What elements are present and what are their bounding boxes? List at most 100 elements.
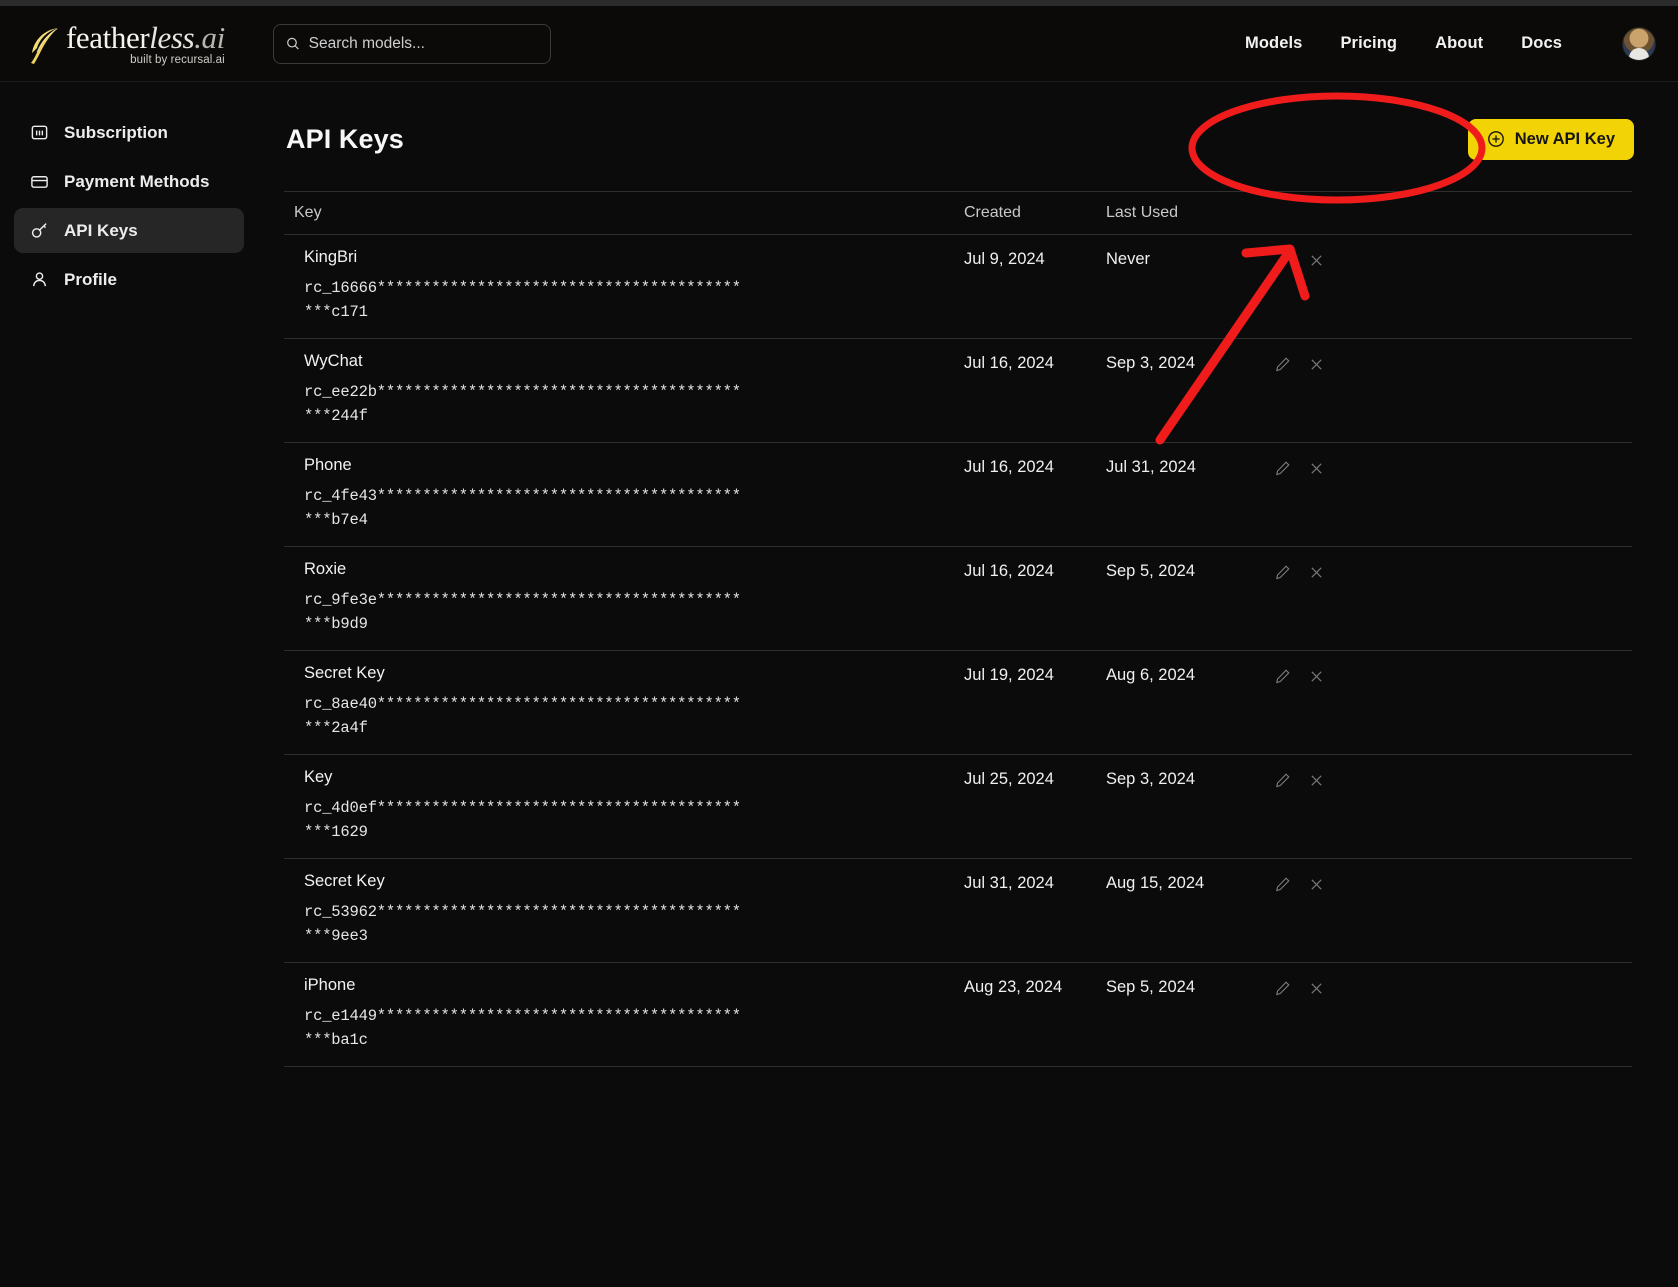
column-header-created: Created: [964, 204, 1021, 221]
cell-last-used: Sep 5, 2024: [1106, 562, 1195, 581]
cell-actions: [1256, 768, 1366, 790]
logo-italic: less: [149, 19, 195, 55]
cell-last-used: Aug 6, 2024: [1106, 666, 1195, 685]
close-icon[interactable]: [1306, 666, 1326, 686]
nav-link-models[interactable]: Models: [1245, 34, 1302, 53]
sidebar-item-subscription[interactable]: Subscription: [14, 110, 244, 155]
key-name: Secret Key: [304, 872, 385, 891]
cell-actions: [1256, 248, 1366, 270]
cell-key: iPhone rc_e1449**************************…: [284, 976, 964, 1052]
logo-bold: feather: [66, 19, 150, 55]
cell-last-used: Never: [1106, 250, 1151, 268]
logo-wordmark: featherless.ai: [66, 22, 225, 53]
close-icon[interactable]: [1306, 874, 1326, 894]
api-keys-table: Key Created Last Used KingBri rc_16666***…: [280, 191, 1636, 1068]
search-box[interactable]: [273, 23, 551, 64]
table-row: KingBri rc_16666*************************…: [284, 235, 1632, 340]
sidebar-item-api-keys[interactable]: API Keys: [14, 208, 244, 253]
cell-last-used: Sep 3, 2024: [1106, 354, 1195, 373]
new-api-key-label: New API Key: [1514, 129, 1615, 148]
sidebar-item-label: API Keys: [64, 220, 138, 240]
page-header: API Keys New API Key: [280, 108, 1636, 170]
table-row: Secret Key rc_8ae40**********************…: [284, 651, 1632, 756]
close-icon[interactable]: [1306, 770, 1326, 790]
key-name: Secret Key: [304, 664, 385, 683]
close-icon[interactable]: [1306, 354, 1326, 374]
key-secret: rc_4fe43********************************…: [304, 487, 741, 530]
table-row: WyChat rc_ee22b**************************…: [284, 339, 1632, 444]
cell-actions: [1256, 664, 1366, 686]
key-name: WyChat: [304, 352, 363, 371]
pencil-icon[interactable]: [1272, 562, 1292, 582]
cell-key: Secret Key rc_8ae40**********************…: [284, 664, 964, 740]
cell-created: Jul 16, 2024: [964, 562, 1054, 581]
sidebar-item-label: Profile: [64, 269, 117, 289]
key-secret: rc_4d0ef********************************…: [304, 799, 741, 842]
pencil-icon[interactable]: [1272, 978, 1292, 998]
person-icon: [29, 269, 50, 290]
cell-created: Jul 9, 2024: [964, 250, 1045, 268]
cell-actions: [1256, 872, 1366, 894]
nav-link-docs[interactable]: Docs: [1521, 34, 1562, 53]
app-root: featherless.ai built by recursal.ai Mode…: [0, 0, 1678, 1287]
pencil-icon[interactable]: [1272, 770, 1292, 790]
main-content: API Keys New API Key Key Created Last Us…: [258, 82, 1678, 1287]
close-icon[interactable]: [1306, 458, 1326, 478]
cell-key: Secret Key rc_53962**********************…: [284, 872, 964, 948]
key-name: Phone: [304, 456, 352, 475]
main-nav: Models Pricing About Docs: [1245, 26, 1656, 61]
key-name: KingBri: [304, 248, 358, 266]
cell-created: Jul 19, 2024: [964, 666, 1054, 685]
pencil-icon[interactable]: [1272, 874, 1292, 894]
cell-actions: [1256, 976, 1366, 998]
cell-key: KingBri rc_16666*************************…: [284, 248, 964, 324]
table-row: Roxie rc_9fe3e***************************…: [284, 547, 1632, 652]
key-secret: rc_53962********************************…: [304, 903, 741, 946]
site-header: featherless.ai built by recursal.ai Mode…: [0, 6, 1678, 82]
sidebar-item-profile[interactable]: Profile: [14, 257, 244, 302]
nav-link-pricing[interactable]: Pricing: [1340, 34, 1397, 53]
cell-key: WyChat rc_ee22b**************************…: [284, 352, 964, 428]
search-input[interactable]: [308, 34, 538, 53]
close-icon[interactable]: [1306, 562, 1326, 582]
cell-created: Jul 31, 2024: [964, 874, 1054, 893]
pencil-icon[interactable]: [1272, 458, 1292, 478]
close-icon[interactable]: [1306, 978, 1326, 998]
new-api-key-button[interactable]: New API Key: [1467, 118, 1634, 160]
sidebar-item-payment-methods[interactable]: Payment Methods: [14, 159, 244, 204]
pencil-icon[interactable]: [1272, 354, 1292, 374]
key-secret: rc_16666********************************…: [304, 279, 741, 322]
logo-suffix: .ai: [194, 19, 225, 55]
feather-icon: [31, 27, 58, 64]
site-logo[interactable]: featherless.ai built by recursal.ai: [28, 22, 233, 66]
cell-last-used: Aug 15, 2024: [1106, 874, 1205, 893]
avatar[interactable]: [1622, 26, 1656, 61]
key-icon: [29, 220, 50, 241]
cell-actions: [1256, 456, 1366, 478]
key-name: Key: [304, 768, 333, 787]
table-header-row: Key Created Last Used: [284, 191, 1632, 235]
table-body: KingBri rc_16666*************************…: [284, 235, 1632, 1068]
cell-last-used: Sep 5, 2024: [1106, 978, 1195, 997]
key-secret: rc_9fe3e********************************…: [304, 591, 741, 634]
search-icon: [287, 37, 299, 50]
credit-card-icon: [29, 171, 50, 192]
cell-key: Phone rc_4fe43***************************…: [284, 456, 964, 532]
key-name: iPhone: [304, 976, 356, 995]
table-row: Secret Key rc_53962**********************…: [284, 859, 1632, 964]
table-row: Phone rc_4fe43***************************…: [284, 443, 1632, 548]
sidebar-item-label: Subscription: [64, 122, 168, 142]
key-secret: rc_8ae40********************************…: [304, 695, 741, 738]
table-row: Key rc_4d0ef*****************************…: [284, 755, 1632, 860]
pencil-icon[interactable]: [1272, 666, 1292, 686]
body-area: Subscription Payment Methods API Keys Pr…: [0, 82, 1678, 1287]
pencil-icon[interactable]: [1272, 250, 1292, 270]
logo-tagline: built by recursal.ai: [130, 53, 225, 66]
key-secret: rc_ee22b********************************…: [304, 383, 741, 426]
cell-last-used: Jul 31, 2024: [1106, 458, 1196, 477]
close-icon[interactable]: [1306, 250, 1326, 270]
cell-created: Jul 25, 2024: [964, 770, 1054, 789]
nav-link-about[interactable]: About: [1435, 34, 1483, 53]
cell-created: Aug 23, 2024: [964, 978, 1063, 997]
plus-circle-icon: [1487, 131, 1504, 147]
